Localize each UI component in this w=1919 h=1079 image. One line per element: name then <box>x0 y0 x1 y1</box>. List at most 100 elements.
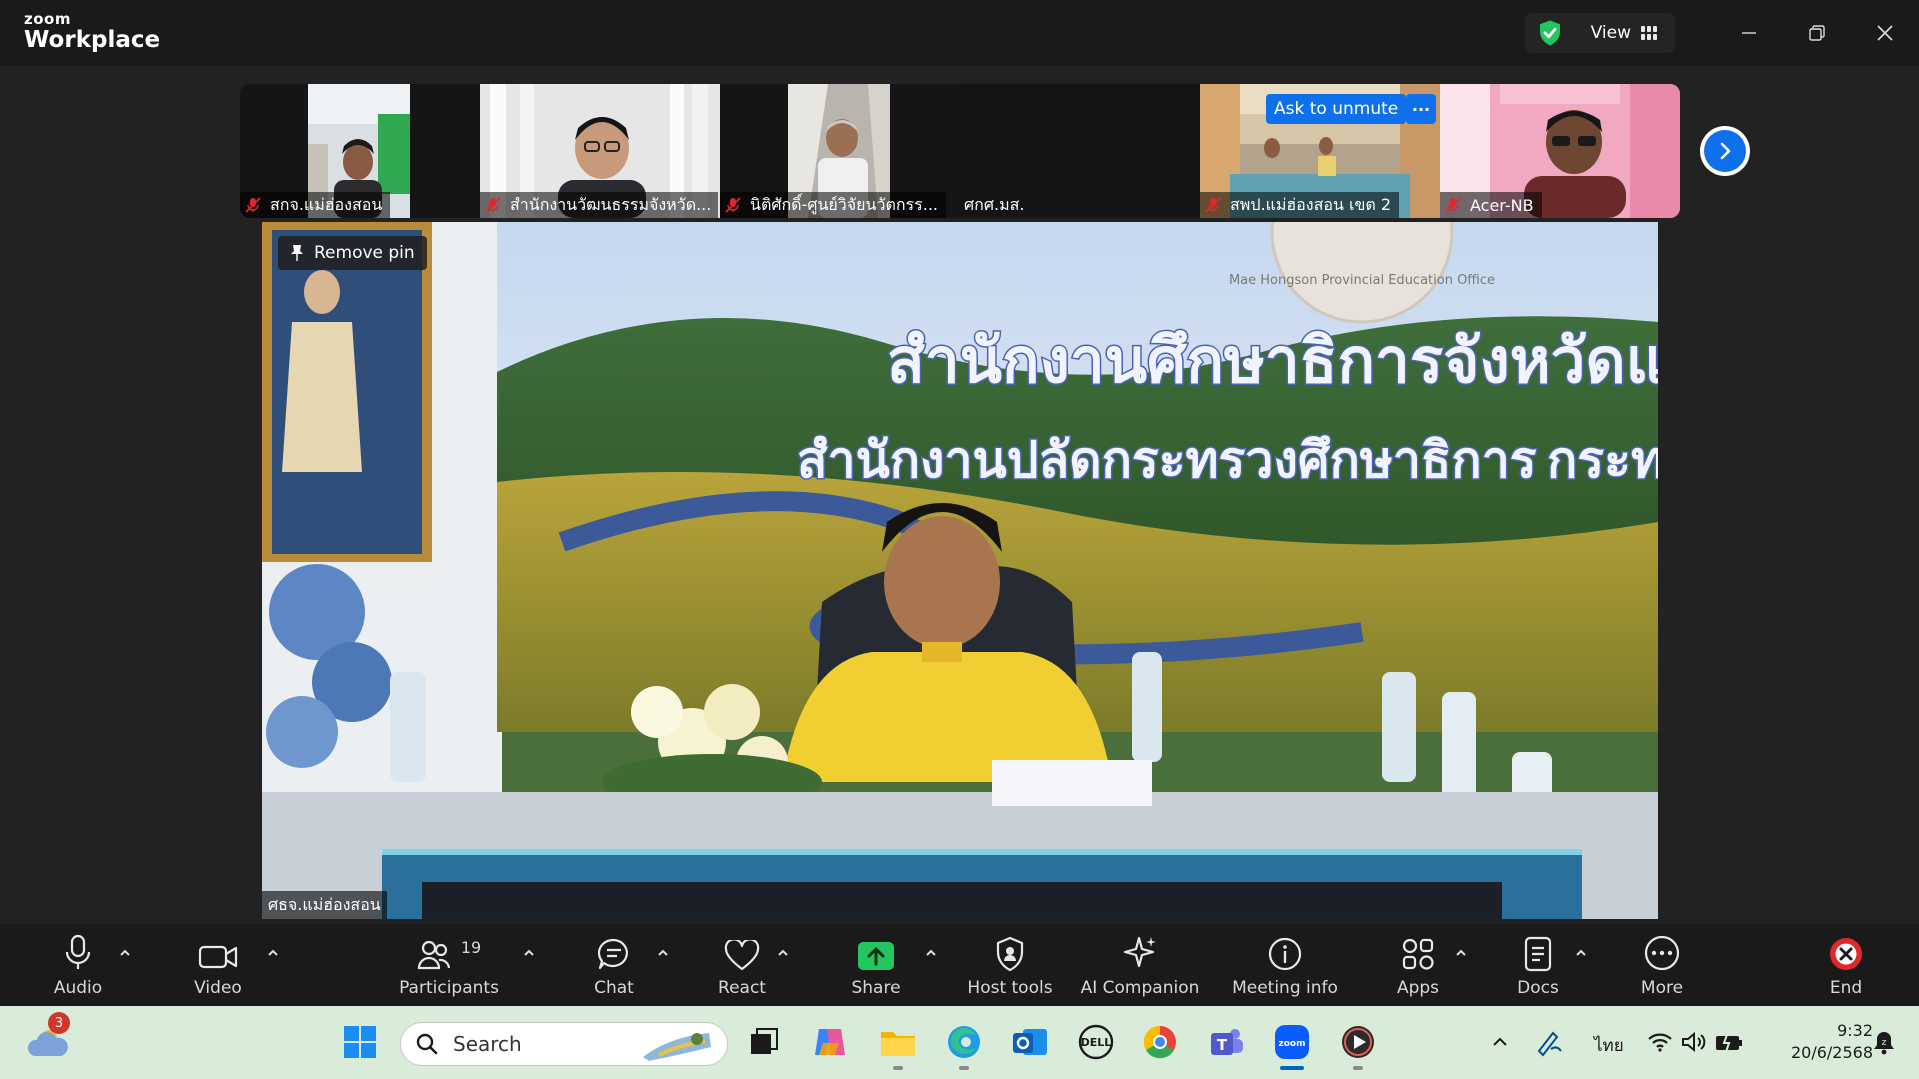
weather-widget[interactable]: 3 <box>24 1012 72 1066</box>
next-page-button[interactable] <box>1700 126 1750 176</box>
taskbar-search-box[interactable]: Search <box>400 1022 728 1066</box>
active-indicator <box>1280 1066 1304 1070</box>
host-tools-label: Host tools <box>967 978 1053 998</box>
restore-button[interactable] <box>1783 0 1851 66</box>
chrome-app[interactable] <box>1136 1018 1184 1066</box>
microphone-icon <box>65 934 91 969</box>
dell-app[interactable]: DELL <box>1072 1018 1120 1066</box>
copilot-app[interactable] <box>806 1018 854 1066</box>
banner-line-1: สำนักงานศึกษาธิการจังหวัดแม่ฮ่องสอน <box>887 324 1658 397</box>
share-button[interactable]: Share <box>844 924 908 1006</box>
notifications-button[interactable]: z <box>1864 1018 1904 1066</box>
participant-name: สกจ.แม่ฮ่องสอน <box>270 194 383 214</box>
participant-name-label: ศกศ.มส. <box>960 192 1032 218</box>
chat-bubble-icon <box>597 938 628 970</box>
outlook-app[interactable] <box>1006 1018 1054 1066</box>
docs-options-caret-icon[interactable] <box>1574 946 1588 960</box>
speaker-volume-icon <box>1682 1031 1706 1053</box>
wifi-icon <box>1648 1033 1672 1052</box>
folder-icon <box>881 1032 915 1056</box>
edge-app[interactable] <box>940 1018 988 1070</box>
pin-icon <box>291 245 303 261</box>
ask-to-unmute-button[interactable]: Ask to unmute <box>1266 94 1407 124</box>
volume-button[interactable] <box>1676 1018 1712 1066</box>
share-options-caret-icon[interactable] <box>924 946 938 960</box>
task-view-button[interactable] <box>740 1018 788 1066</box>
mic-muted-icon <box>725 197 741 213</box>
pen-mic-icon <box>1537 1031 1562 1057</box>
view-button[interactable]: View <box>1524 13 1675 53</box>
show-hidden-icons-button[interactable] <box>1480 1018 1520 1066</box>
chat-options-caret-icon[interactable] <box>656 946 670 960</box>
file-explorer-app[interactable] <box>874 1018 922 1070</box>
zoom-app[interactable]: zoom <box>1268 1018 1316 1070</box>
search-placeholder: Search <box>453 1032 522 1056</box>
close-window-button[interactable] <box>1851 0 1919 66</box>
chrome-browser-icon <box>1143 1025 1176 1059</box>
docs-button[interactable]: Docs <box>1514 924 1562 1006</box>
video-options-caret-icon[interactable] <box>266 946 280 960</box>
audio-options-caret-icon[interactable] <box>118 946 132 960</box>
minimize-button[interactable] <box>1715 0 1783 66</box>
participants-options-caret-icon[interactable] <box>522 946 536 960</box>
end-x-icon <box>1830 938 1862 970</box>
close-icon <box>1877 25 1893 41</box>
view-grid-icon <box>1641 26 1657 40</box>
logo-zoom-text: zoom <box>24 10 71 28</box>
pinned-speaker-video[interactable]: Mae Hongson Provincial Education Office … <box>262 222 1658 919</box>
wifi-button[interactable] <box>1642 1018 1678 1066</box>
svg-text:T: T <box>1217 1036 1228 1054</box>
video-button[interactable]: Video <box>182 924 254 1006</box>
banner-line-2b: กระทรวง <box>1547 431 1658 489</box>
host-tools-button[interactable]: Host tools <box>962 924 1058 1006</box>
more-dots-icon <box>1644 935 1680 971</box>
audio-button[interactable]: Audio <box>42 924 114 1006</box>
participants-button[interactable]: 19 Participants <box>398 924 500 1006</box>
start-button[interactable] <box>336 1018 384 1066</box>
windows-taskbar: 3 Search DELL T zoom ไทย 9:32 20/6/2568 … <box>0 1006 1919 1079</box>
system-clock[interactable]: 9:32 20/6/2568 <box>1791 1020 1873 1064</box>
copilot-icon <box>815 1029 845 1055</box>
teams-app[interactable]: T <box>1202 1018 1250 1066</box>
end-label: End <box>1829 978 1863 998</box>
meeting-stage: สกจ.แม่ฮ่องสอน สำนักงานวัฒนธรรมจังหวัด..… <box>0 66 1919 924</box>
participant-tile[interactable]: ศกศ.มส. <box>960 84 1200 218</box>
participant-name-label: สกจ.แม่ฮ่องสอน <box>240 192 391 218</box>
clock-date: 20/6/2568 <box>1790 1043 1873 1062</box>
banner-line-2: สำนักงานปลัดกระทรวงศึกษาธิการ <box>797 431 1537 489</box>
participant-tile[interactable]: สำนักงานวัฒนธรรมจังหวัด... <box>480 84 720 218</box>
participant-tile[interactable]: สกจ.แม่ฮ่องสอน <box>240 84 480 218</box>
battery-button[interactable] <box>1710 1018 1748 1066</box>
participants-label: Participants <box>399 978 499 998</box>
react-options-caret-icon[interactable] <box>776 946 790 960</box>
end-meeting-button[interactable]: End <box>1822 924 1870 1006</box>
input-language-indicator[interactable]: ไทย <box>1594 1032 1624 1059</box>
chevron-up-icon <box>1493 1037 1507 1046</box>
ai-companion-button[interactable]: AI Companion <box>1080 924 1200 1006</box>
host-shield-icon <box>996 936 1024 972</box>
weather-badge: 3 <box>48 1012 70 1034</box>
media-player-app[interactable] <box>1334 1018 1382 1070</box>
svg-text:DELL: DELL <box>1081 1036 1112 1049</box>
speaker-name-label: ศธจ.แม่ฮ่องสอน <box>262 891 387 919</box>
remove-pin-button[interactable]: Remove pin <box>278 236 427 270</box>
participant-name-label: นิติศักดิ์-ศูนย์วิจัยนวัตกรร... <box>720 192 946 218</box>
running-indicator <box>959 1066 969 1070</box>
notification-bell-icon: z <box>1874 1032 1894 1055</box>
meeting-info-button[interactable]: Meeting info <box>1224 924 1346 1006</box>
apps-button[interactable]: Apps <box>1394 924 1442 1006</box>
title-bar: zoom Workplace View <box>0 0 1919 66</box>
pen-ink-button[interactable] <box>1528 1018 1568 1066</box>
react-button[interactable]: React <box>712 924 772 1006</box>
apps-label: Apps <box>1396 978 1440 998</box>
logo-workplace-text: Workplace <box>24 27 161 53</box>
more-button[interactable]: More <box>1638 924 1686 1006</box>
apps-options-caret-icon[interactable] <box>1454 946 1468 960</box>
mic-muted-icon <box>485 197 501 213</box>
participant-tile[interactable]: Acer-NB <box>1440 84 1680 218</box>
participant-tile[interactable]: Ask to unmute ··· สพป.แม่ฮ่องสอน เขต 2 <box>1200 84 1440 218</box>
running-indicator <box>893 1066 903 1070</box>
participant-tile[interactable]: นิติศักดิ์-ศูนย์วิจัยนวัตกรร... <box>720 84 960 218</box>
tile-more-options-button[interactable]: ··· <box>1406 94 1436 124</box>
chat-button[interactable]: Chat <box>584 924 644 1006</box>
